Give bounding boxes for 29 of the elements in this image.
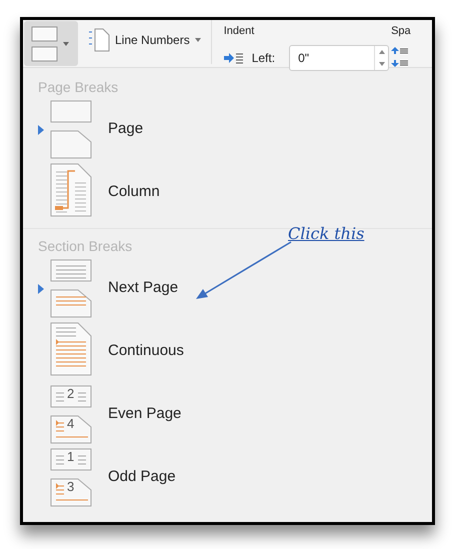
breaks-icon: [31, 26, 59, 62]
left-label: Left:: [252, 50, 276, 66]
page-number: 4: [67, 416, 74, 430]
indent-label: Indent: [224, 24, 256, 39]
caret-icon: [63, 42, 69, 46]
break-option[interactable]: Column: [23, 161, 432, 224]
section-heading: Page Breaks: [37, 78, 120, 97]
line-numbers-icon: [88, 28, 110, 52]
annotation-text: Click this: [288, 223, 364, 245]
next-page-break-icon: [50, 258, 94, 318]
break-option[interactable]: Continuous: [23, 320, 432, 383]
caret-icon: [194, 38, 201, 42]
break-option[interactable]: Next Page: [23, 257, 432, 320]
break-option[interactable]: 2 4 Even Page: [23, 383, 432, 446]
down-arrow-icon[interactable]: [378, 62, 385, 66]
page-break-icon: [50, 100, 94, 160]
line-numbers-button[interactable]: Line Numbers: [88, 28, 201, 52]
break-option[interactable]: 1 3 Odd Page: [23, 446, 432, 509]
section-heading: Section Breaks: [37, 237, 134, 256]
breaks-button[interactable]: [24, 21, 78, 66]
page-number: 1: [67, 450, 74, 462]
left-indent-field[interactable]: 0": [289, 44, 390, 70]
break-option[interactable]: Page: [23, 98, 432, 161]
page-number: 3: [67, 480, 74, 492]
spacing-label: Spa: [391, 24, 411, 39]
page-number: 2: [67, 386, 74, 400]
spacing-icon: [391, 46, 410, 68]
up-arrow-icon[interactable]: [378, 50, 385, 54]
indent-left-icon: [224, 52, 244, 64]
